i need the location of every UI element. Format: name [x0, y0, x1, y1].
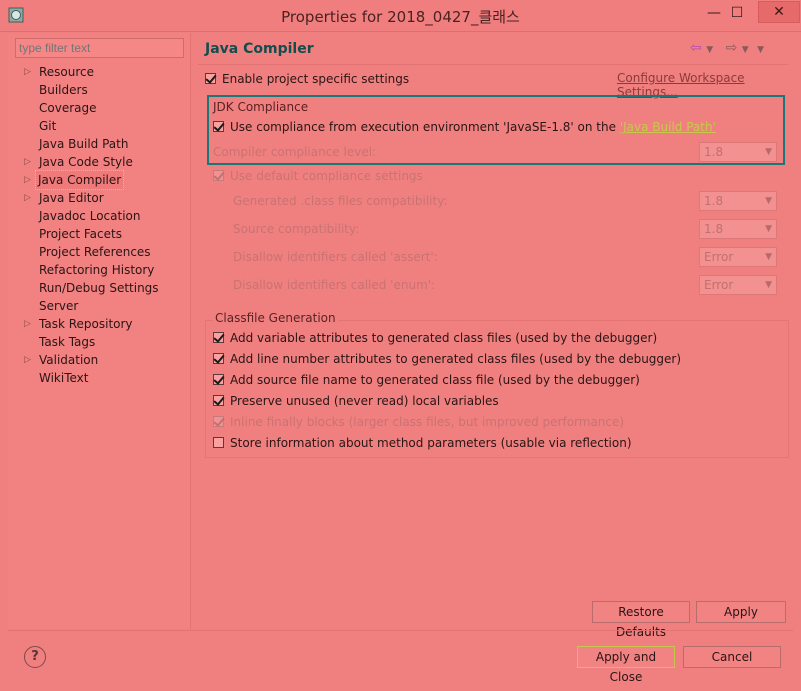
- filter-input[interactable]: [15, 38, 184, 58]
- expand-arrow-icon[interactable]: ▷: [24, 315, 34, 333]
- classfile-option[interactable]: Store information about method parameter…: [213, 434, 773, 452]
- disallow-enum-select[interactable]: Error ▼: [699, 275, 777, 295]
- apply-and-close-button[interactable]: Apply and Close: [577, 646, 675, 684]
- source-compat-value: 1.8: [704, 222, 724, 236]
- classfile-option-checkbox[interactable]: [213, 332, 224, 343]
- classfile-option[interactable]: Inline finally blocks (larger class file…: [213, 413, 773, 431]
- sidebar-item[interactable]: Server: [39, 297, 78, 315]
- chevron-down-icon: ▼: [765, 224, 772, 234]
- classfile-option-checkbox[interactable]: [213, 416, 224, 427]
- enable-project-settings[interactable]: Enable project specific settings: [205, 70, 505, 88]
- classfile-option-checkbox[interactable]: [213, 437, 224, 448]
- expand-arrow-icon[interactable]: ▷: [24, 153, 34, 171]
- source-compat-label: Source compatibility:: [233, 222, 360, 236]
- chevron-down-icon: ▼: [765, 252, 772, 262]
- use-default-compliance-checkbox[interactable]: [213, 170, 224, 181]
- sidebar-item[interactable]: Java Editor: [39, 189, 104, 207]
- enable-project-settings-checkbox[interactable]: [205, 73, 216, 84]
- sidebar-item[interactable]: Resource: [39, 63, 94, 81]
- use-default-compliance-label: Use default compliance settings: [230, 169, 423, 183]
- header-divider: [198, 64, 788, 65]
- sidebar-item[interactable]: Refactoring History: [39, 261, 154, 279]
- footer-divider: [8, 630, 793, 631]
- sidebar-item[interactable]: Java Compiler: [34, 170, 125, 190]
- cancel-button[interactable]: Cancel: [683, 646, 781, 668]
- java-build-path-link[interactable]: 'Java Build Path': [620, 120, 716, 134]
- sidebar-item[interactable]: Run/Debug Settings: [39, 279, 159, 297]
- help-icon[interactable]: ?: [24, 646, 46, 668]
- back-arrow-icon[interactable]: ⇦: [690, 40, 702, 56]
- restore-defaults-button[interactable]: Restore Defaults: [592, 601, 690, 639]
- expand-arrow-icon[interactable]: ▷: [24, 351, 34, 369]
- use-default-compliance-option[interactable]: Use default compliance settings: [213, 167, 513, 185]
- forward-dropdown-icon[interactable]: ▼: [742, 45, 749, 55]
- jdk-compliance-caption: JDK Compliance: [213, 100, 309, 114]
- forward-arrow-icon[interactable]: ⇨: [726, 40, 738, 56]
- source-compat-select[interactable]: 1.8 ▼: [699, 219, 777, 239]
- chevron-down-icon: ▼: [765, 280, 772, 290]
- generated-compat-select[interactable]: 1.8 ▼: [699, 191, 777, 211]
- sidebar-item[interactable]: Project Facets: [39, 225, 122, 243]
- sidebar-item[interactable]: Javadoc Location: [39, 207, 140, 225]
- classfile-option-label: Add variable attributes to generated cla…: [230, 331, 658, 345]
- classfile-option[interactable]: Add source file name to generated class …: [213, 371, 773, 389]
- sidebar-item[interactable]: Java Code Style: [39, 153, 133, 171]
- classfile-option-label: Store information about method parameter…: [230, 436, 632, 450]
- sidebar-item[interactable]: Task Tags: [39, 333, 95, 351]
- compiler-compliance-value: 1.8: [704, 145, 724, 159]
- use-compliance-checkbox[interactable]: [213, 121, 224, 132]
- classfile-option[interactable]: Preserve unused (never read) local varia…: [213, 392, 773, 410]
- sidebar-item[interactable]: Task Repository: [39, 315, 133, 333]
- generated-compat-value: 1.8: [704, 194, 724, 208]
- chevron-down-icon: ▼: [765, 196, 772, 206]
- classfile-option-checkbox[interactable]: [213, 374, 224, 385]
- back-dropdown-icon[interactable]: ▼: [706, 45, 713, 55]
- expand-arrow-icon[interactable]: ▷: [24, 171, 34, 189]
- compiler-compliance-select[interactable]: 1.8 ▼: [699, 142, 777, 162]
- disallow-assert-label: Disallow identifiers called 'assert':: [233, 250, 438, 264]
- view-menu-icon[interactable]: ▼: [757, 45, 764, 55]
- nav-arrows: ⇦ ▼ ⇨ ▼ ▼: [690, 40, 785, 56]
- disallow-assert-select[interactable]: Error ▼: [699, 247, 777, 267]
- classfile-option-checkbox[interactable]: [213, 395, 224, 406]
- classfile-generation-caption: Classfile Generation: [213, 311, 338, 325]
- disallow-enum-label: Disallow identifiers called 'enum':: [233, 278, 436, 292]
- classfile-option-label: Inline finally blocks (larger class file…: [230, 415, 625, 429]
- window-title: Properties for 2018_0427_클래스: [281, 8, 520, 26]
- use-compliance-option[interactable]: Use compliance from execution environmen…: [213, 118, 716, 136]
- use-compliance-label: Use compliance from execution environmen…: [230, 120, 620, 134]
- classfile-option-label: Preserve unused (never read) local varia…: [230, 394, 499, 408]
- classfile-option-label: Add line number attributes to generated …: [230, 352, 682, 366]
- sidebar-item[interactable]: Git: [39, 117, 56, 135]
- sidebar-item[interactable]: Builders: [39, 81, 88, 99]
- classfile-option[interactable]: Add variable attributes to generated cla…: [213, 329, 773, 347]
- chevron-down-icon: ▼: [765, 147, 772, 157]
- disallow-enum-value: Error: [704, 278, 734, 292]
- sidebar-item[interactable]: Java Build Path: [39, 135, 128, 153]
- classfile-option-label: Add source file name to generated class …: [230, 373, 640, 387]
- expand-arrow-icon[interactable]: ▷: [24, 189, 34, 207]
- compiler-compliance-label: Compiler compliance level:: [213, 145, 377, 159]
- apply-button[interactable]: Apply: [696, 601, 786, 623]
- sidebar-item[interactable]: Project References: [39, 243, 151, 261]
- sidebar-item[interactable]: WikiText: [39, 369, 89, 387]
- expand-arrow-icon[interactable]: ▷: [24, 63, 34, 81]
- page-title: Java Compiler: [205, 41, 314, 57]
- generated-compat-label: Generated .class files compatibility:: [233, 194, 448, 208]
- disallow-assert-value: Error: [704, 250, 734, 264]
- classfile-option[interactable]: Add line number attributes to generated …: [213, 350, 773, 368]
- maximize-icon[interactable]: ☐: [723, 2, 751, 24]
- sidebar-item[interactable]: Validation: [39, 351, 98, 369]
- close-icon[interactable]: ✕: [758, 1, 800, 23]
- classfile-option-checkbox[interactable]: [213, 353, 224, 364]
- enable-project-settings-label: Enable project specific settings: [222, 72, 410, 86]
- sidebar-item[interactable]: Coverage: [39, 99, 97, 117]
